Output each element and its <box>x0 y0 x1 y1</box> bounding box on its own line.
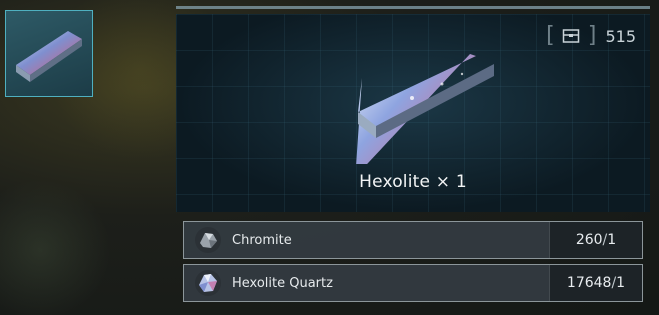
requirement-name: Hexolite Quartz <box>232 275 333 291</box>
hexolite-ingot-icon <box>16 31 82 82</box>
chromite-ore-icon <box>195 227 221 253</box>
requirement-name: Chromite <box>232 232 292 248</box>
requirement-quantity: 260/1 <box>549 222 642 258</box>
storage-icon <box>562 29 580 43</box>
storage-count: 515 <box>605 26 636 46</box>
required-count: 1 <box>607 232 617 248</box>
storage-counter: [ ] 515 <box>542 23 636 48</box>
hexolite-ingot-large-icon <box>356 54 494 164</box>
item-title: Hexolite × 1 <box>176 172 650 192</box>
requirement-quantity: 17648/1 <box>549 265 642 301</box>
item-preview-panel: [ ] 515 Hexolite × 1 <box>176 14 650 212</box>
selected-item-slot[interactable] <box>5 10 93 97</box>
required-count: 1 <box>616 275 626 291</box>
requirement-row-chromite[interactable]: Chromite 260/1 <box>183 221 643 259</box>
item-name: Hexolite <box>359 172 431 192</box>
requirement-row-hexolite-quartz[interactable]: Hexolite Quartz 17648/1 <box>183 264 643 302</box>
item-quantity: × 1 <box>435 172 467 192</box>
hexolite-quartz-icon <box>195 270 221 296</box>
panel-top-divider <box>176 6 650 9</box>
owned-count: 17648 <box>566 275 612 291</box>
owned-count: 260 <box>575 232 603 248</box>
